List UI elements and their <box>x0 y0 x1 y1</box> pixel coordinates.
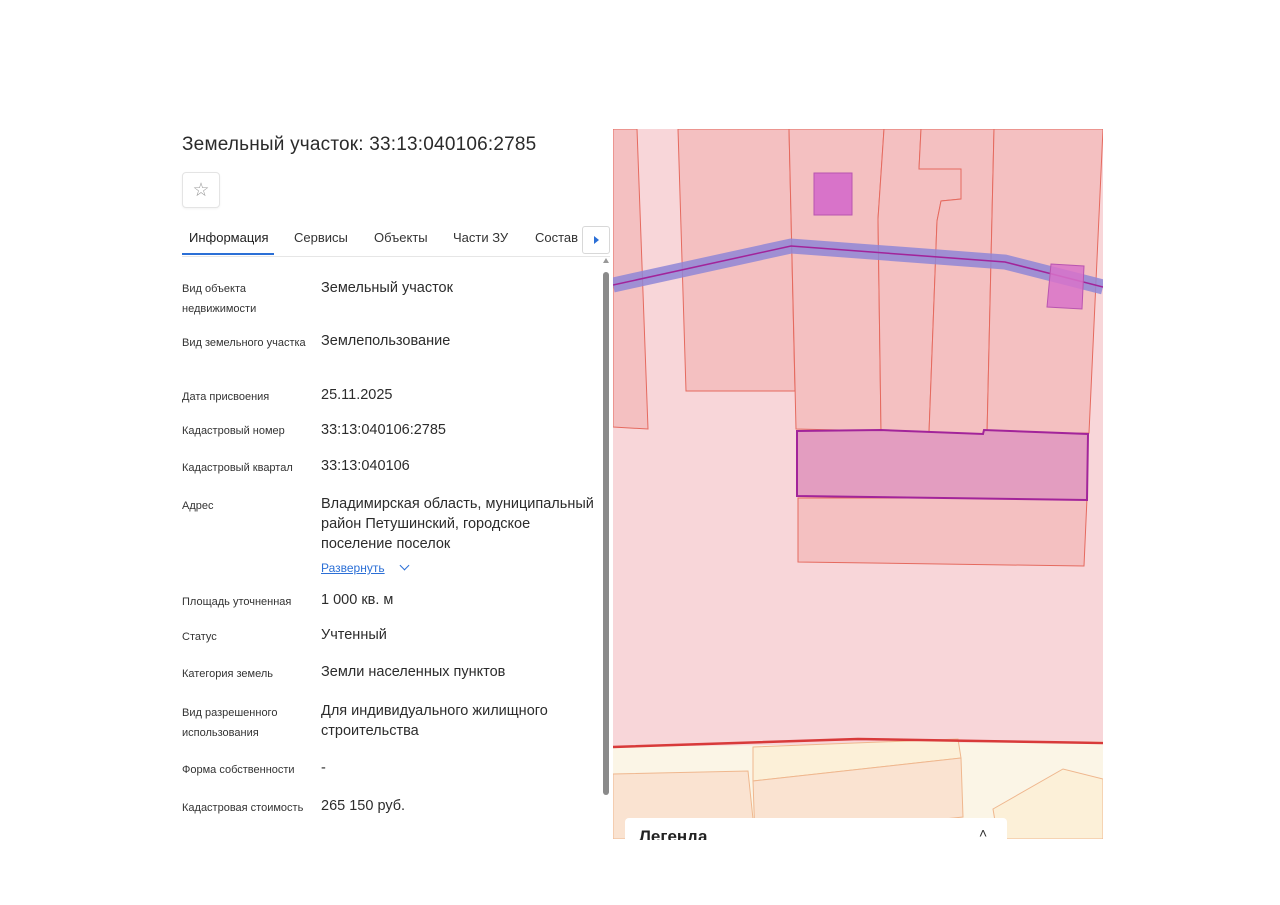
info-label: Дата присвоения <box>182 391 270 403</box>
expand-address-link[interactable]: Развернуть <box>321 558 596 578</box>
cadastral-map[interactable] <box>613 129 1103 839</box>
scroll-up-arrow-icon[interactable] <box>603 258 609 263</box>
info-value: Землепользование <box>321 333 451 349</box>
panel-scrollbar[interactable] <box>602 258 610 830</box>
map-canvas[interactable] <box>613 129 1103 839</box>
chevron-up-icon[interactable]: ˄ <box>979 825 987 840</box>
tab-parts[interactable]: Части ЗУ <box>453 230 508 245</box>
info-value: - <box>321 760 326 776</box>
tab-bar: Информация Сервисы Объекты Части ЗУ Сост… <box>182 226 610 257</box>
active-tab-indicator <box>182 253 274 255</box>
info-value: 33:13:040106 <box>321 458 410 474</box>
map-parcel[interactable] <box>797 497 1088 567</box>
info-label: Категория земель <box>182 668 273 680</box>
tab-services[interactable]: Сервисы <box>294 230 348 245</box>
map-building[interactable] <box>1046 263 1085 310</box>
info-value: Земельный участок <box>321 280 453 296</box>
tab-information[interactable]: Информация <box>189 230 269 245</box>
info-value: Земли населенных пунктов <box>321 664 506 680</box>
favorite-button[interactable]: ☆ <box>182 172 220 208</box>
info-value: Для индивидуального жилищного строительс… <box>321 703 548 739</box>
map-selected-parcel[interactable] <box>796 428 1090 502</box>
info-label: Площадь уточненная <box>182 596 292 608</box>
info-label: Кадастровый квартал <box>182 462 293 474</box>
info-value: 265 150 руб. <box>321 798 406 814</box>
tab-objects[interactable]: Объекты <box>374 230 428 245</box>
map-legend-panel[interactable]: Легенда ˄ <box>625 818 1007 840</box>
info-value: 25.11.2025 <box>321 387 393 403</box>
chevron-down-icon <box>399 560 410 571</box>
object-info-panel: Земельный участок: 33:13:040106:2785 ☆ И… <box>172 120 612 840</box>
info-value: 1 000 кв. м <box>321 592 394 608</box>
page-title: Земельный участок: 33:13:040106:2785 <box>182 134 537 155</box>
info-label: Адрес <box>182 500 214 512</box>
info-value: 33:13:040106:2785 <box>321 422 446 438</box>
info-label: Кадастровый номер <box>182 425 285 437</box>
expand-link-label[interactable]: Развернуть <box>321 561 385 575</box>
tab-composition[interactable]: Состав <box>535 230 578 245</box>
info-value: Учтенный <box>321 627 387 643</box>
star-icon: ☆ <box>192 179 210 201</box>
info-label: Вид разрешенного использования <box>182 707 278 739</box>
map-building[interactable] <box>813 172 853 216</box>
scrollbar-thumb[interactable] <box>603 272 609 795</box>
info-value: Владимирская область, муниципальный райо… <box>321 496 594 552</box>
info-label: Вид объекта недвижимости <box>182 283 257 315</box>
tabs-scroll-right-button[interactable] <box>582 226 610 254</box>
info-label: Статус <box>182 631 217 643</box>
info-label: Вид земельного участка <box>182 337 306 349</box>
info-label: Кадастровая стоимость <box>182 802 304 814</box>
legend-title: Легенда <box>639 827 708 840</box>
info-label: Форма собственности <box>182 764 295 776</box>
